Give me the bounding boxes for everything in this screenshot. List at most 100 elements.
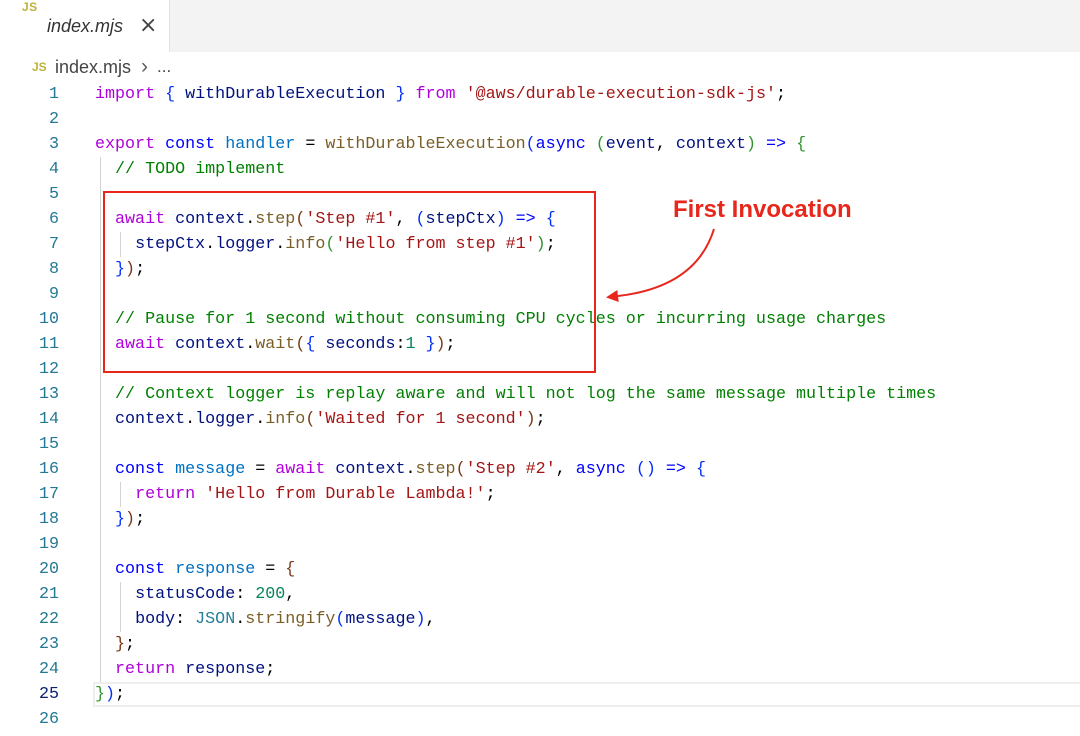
code-token: ( xyxy=(455,460,466,479)
close-icon[interactable]: × xyxy=(139,0,157,52)
code-token: } xyxy=(115,510,126,529)
code-line[interactable]: 25}); xyxy=(0,682,1080,707)
line-number[interactable]: 1 xyxy=(0,82,59,107)
code-line[interactable]: 6 await context.step('Step #1', (stepCtx… xyxy=(0,207,1080,232)
code-line[interactable]: 24 return response; xyxy=(0,657,1080,682)
line-number[interactable]: 12 xyxy=(0,357,59,382)
line-number[interactable]: 23 xyxy=(0,632,59,657)
code-line[interactable]: 19 xyxy=(0,532,1080,557)
line-code[interactable]: // TODO implement xyxy=(95,157,285,182)
code-token: async xyxy=(575,460,626,479)
code-line[interactable]: 10 // Pause for 1 second without consumi… xyxy=(0,307,1080,332)
line-code[interactable]: body: JSON.stringify(message), xyxy=(95,607,435,632)
tab-index-mjs[interactable]: JS index.mjs × xyxy=(0,0,170,52)
line-code[interactable]: import { withDurableExecution } from '@a… xyxy=(95,82,786,107)
code-line[interactable]: 26 xyxy=(0,707,1080,732)
line-code[interactable]: }); xyxy=(95,507,145,532)
line-code[interactable]: await context.step('Step #1', (stepCtx) … xyxy=(95,207,556,232)
code-line[interactable]: 20 const response = { xyxy=(0,557,1080,582)
line-number[interactable]: 26 xyxy=(0,707,59,732)
code-editor[interactable]: 1 import { withDurableExecution } from '@… xyxy=(0,82,1080,732)
line-code[interactable]: stepCtx.logger.info('Hello from step #1'… xyxy=(95,232,556,257)
line-number[interactable]: 11 xyxy=(0,332,59,357)
line-number[interactable]: 25 xyxy=(0,682,59,707)
code-line[interactable]: 16 const message = await context.step('S… xyxy=(0,457,1080,482)
line-code[interactable]: return response; xyxy=(95,657,275,682)
line-number[interactable]: 19 xyxy=(0,532,59,557)
line-number[interactable]: 14 xyxy=(0,407,59,432)
line-number[interactable]: 5 xyxy=(0,182,59,207)
code-line[interactable]: 11 await context.wait({ seconds:1 }); xyxy=(0,332,1080,357)
code-line[interactable]: 7 stepCtx.logger.info('Hello from step #… xyxy=(0,232,1080,257)
code-line[interactable]: 3 export const handler = withDurableExecu… xyxy=(0,132,1080,157)
breadcrumb-more[interactable]: ... xyxy=(157,52,171,82)
line-number[interactable]: 24 xyxy=(0,657,59,682)
code-line[interactable]: 14 context.logger.info('Waited for 1 sec… xyxy=(0,407,1080,432)
code-line[interactable]: 15 xyxy=(0,432,1080,457)
line-number[interactable]: 18 xyxy=(0,507,59,532)
line-number[interactable]: 6 xyxy=(0,207,59,232)
code-token: , xyxy=(395,210,416,229)
line-code[interactable]: }); xyxy=(95,682,125,707)
line-code[interactable]: // Pause for 1 second without consuming … xyxy=(95,307,886,332)
line-number[interactable]: 7 xyxy=(0,232,59,257)
line-code[interactable]: }; xyxy=(95,632,135,657)
line-code[interactable]: return 'Hello from Durable Lambda!'; xyxy=(95,482,496,507)
code-line[interactable]: 21 statusCode: 200, xyxy=(0,582,1080,607)
breadcrumb-file[interactable]: index.mjs xyxy=(55,52,131,82)
code-line[interactable]: 8 }); xyxy=(0,257,1080,282)
code-token: // Pause for 1 second without consuming … xyxy=(115,310,887,329)
code-token: ) xyxy=(495,210,506,229)
code-token: = xyxy=(245,460,276,479)
code-line[interactable]: 18 }); xyxy=(0,507,1080,532)
line-code[interactable]: const response = { xyxy=(95,557,295,582)
line-code[interactable]: context.logger.info('Waited for 1 second… xyxy=(95,407,546,432)
code-line[interactable]: 13 // Context logger is replay aware and… xyxy=(0,382,1080,407)
code-token: 'Step #1' xyxy=(305,210,396,229)
code-token: , xyxy=(655,135,676,154)
line-number[interactable]: 9 xyxy=(0,282,59,307)
code-line[interactable]: 5 xyxy=(0,182,1080,207)
code-line[interactable]: 22 body: JSON.stringify(message), xyxy=(0,607,1080,632)
code-line[interactable]: 23 }; xyxy=(0,632,1080,657)
line-number[interactable]: 13 xyxy=(0,382,59,407)
line-code[interactable]: await context.wait({ seconds:1 }); xyxy=(95,332,456,357)
line-number[interactable]: 8 xyxy=(0,257,59,282)
line-code[interactable]: const message = await context.step('Step… xyxy=(95,457,706,482)
code-line[interactable]: 9 xyxy=(0,282,1080,307)
code-token: import xyxy=(95,85,156,104)
line-number[interactable]: 17 xyxy=(0,482,59,507)
code-line[interactable]: 1 import { withDurableExecution } from '@… xyxy=(0,82,1080,107)
line-number[interactable]: 20 xyxy=(0,557,59,582)
line-code[interactable]: }); xyxy=(95,257,145,282)
line-code[interactable]: // Context logger is replay aware and wi… xyxy=(95,382,936,407)
code-line[interactable]: 17 return 'Hello from Durable Lambda!'; xyxy=(0,482,1080,507)
code-token: ) xyxy=(105,685,116,704)
line-number[interactable]: 16 xyxy=(0,457,59,482)
code-token: ) xyxy=(525,410,536,429)
line-number[interactable]: 3 xyxy=(0,132,59,157)
line-code[interactable]: export const handler = withDurableExecut… xyxy=(95,132,806,157)
line-number[interactable]: 15 xyxy=(0,432,59,457)
line-number[interactable]: 2 xyxy=(0,107,59,132)
code-line[interactable]: 4 // TODO implement xyxy=(0,157,1080,182)
line-number[interactable]: 4 xyxy=(0,157,59,182)
code-token: info xyxy=(285,235,326,254)
line-number[interactable]: 10 xyxy=(0,307,59,332)
code-line[interactable]: 2 xyxy=(0,107,1080,132)
code-token: await xyxy=(115,335,166,354)
line-code[interactable]: statusCode: 200, xyxy=(95,582,295,607)
code-line[interactable]: 12 xyxy=(0,357,1080,382)
line-number[interactable]: 21 xyxy=(0,582,59,607)
code-lines[interactable]: 1 import { withDurableExecution } from '@… xyxy=(0,82,1080,732)
line-number[interactable]: 22 xyxy=(0,607,59,632)
